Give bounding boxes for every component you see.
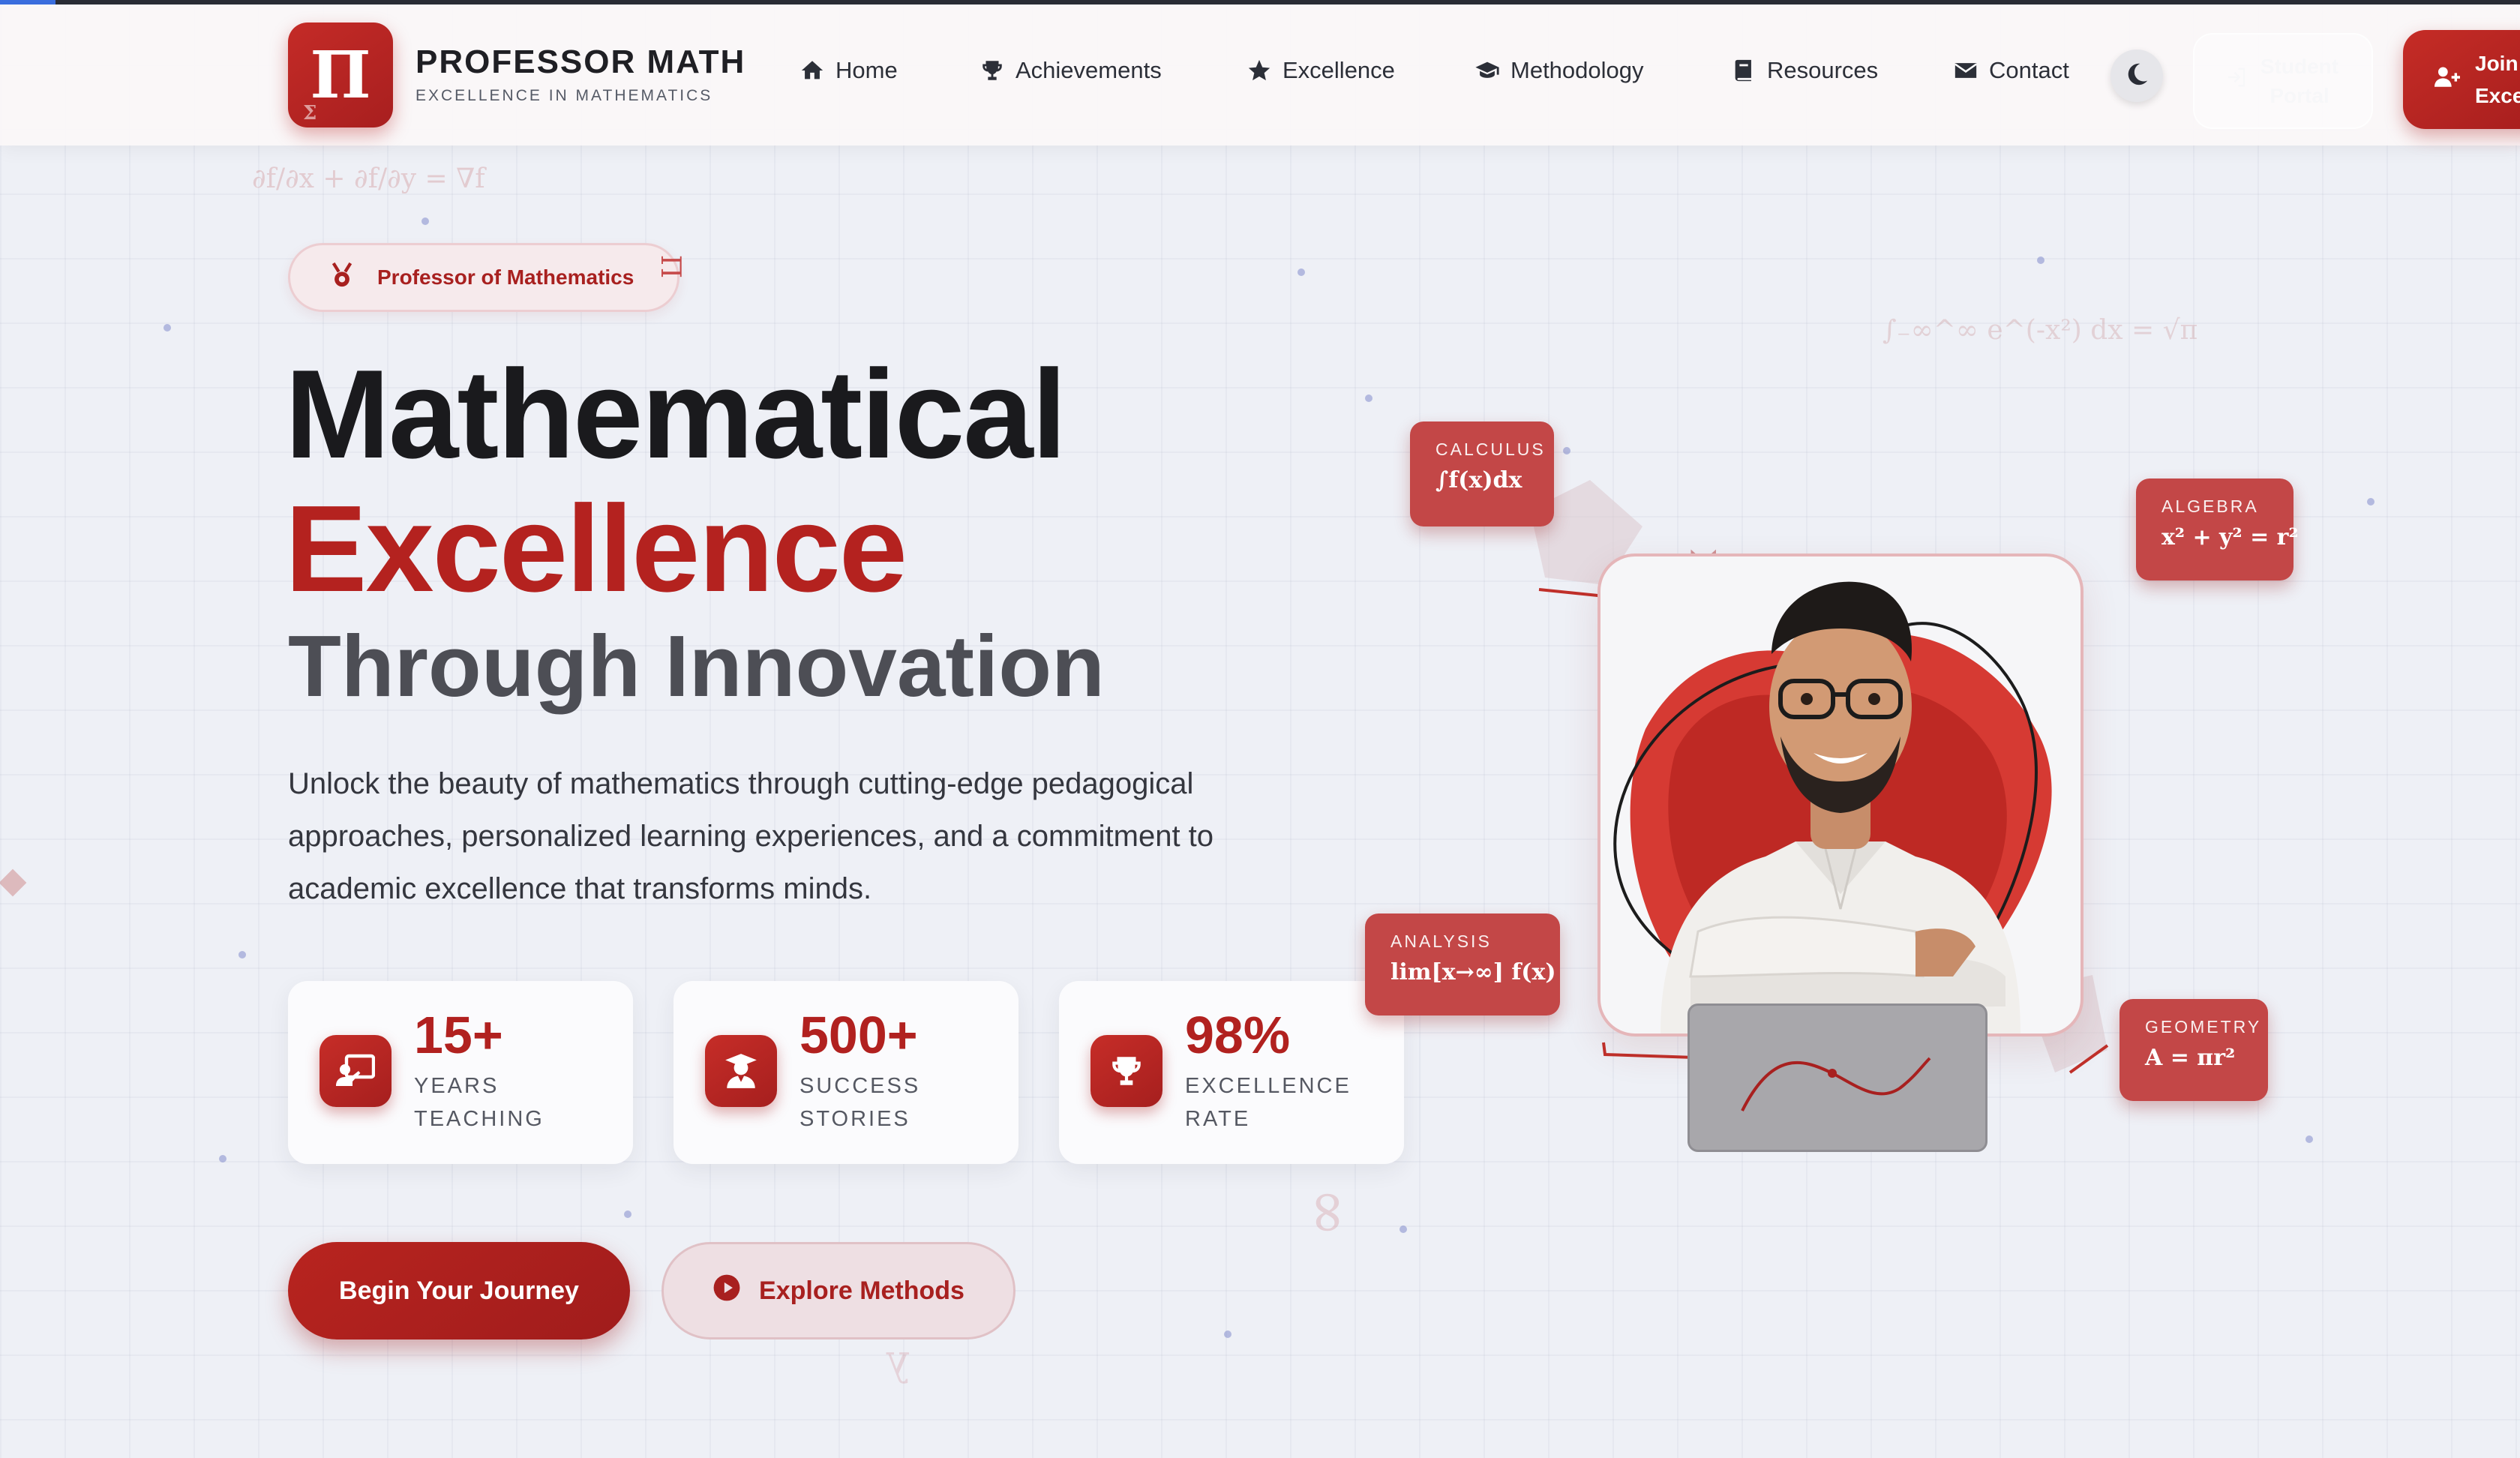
background-formula-gaussian: ∫₋∞^∞ e^(-x²) dx = √π xyxy=(1882,315,2198,346)
brand-name[interactable]: PROFESSOR MATH xyxy=(416,44,746,81)
explore-methods-button[interactable]: Explore Methods xyxy=(662,1242,1016,1340)
formula-card-calculus: CALCULUS ∫f(x)dx xyxy=(1410,422,1554,526)
background-formula-gradient: ∂f/∂x + ∂f/∂y = ∇f xyxy=(252,164,485,194)
nav-label: Contact xyxy=(1989,57,2069,83)
decor-dot xyxy=(2306,1136,2313,1143)
formula-card-analysis: ANALYSIS lim[x→∞] f(x) xyxy=(1365,914,1560,1016)
formula-equation: lim[x→∞] f(x) xyxy=(1390,959,1556,986)
decor-dot xyxy=(624,1210,632,1218)
graduation-cap-icon xyxy=(1474,58,1500,83)
join-button-label: Join Exce xyxy=(2475,51,2520,107)
background-symbol-lambda: λ xyxy=(885,1342,911,1390)
hero-title-line1: Mathematical xyxy=(285,344,1066,484)
stat-value: 500+ xyxy=(800,1006,918,1064)
site-header: Π Σ PROFESSOR MATH EXCELLENCE IN MATHEMA… xyxy=(0,4,2520,146)
decor-dot xyxy=(1400,1226,1407,1233)
nav-item-contact[interactable]: Contact xyxy=(1953,57,2069,84)
hero-description: Unlock the beauty of mathematics through… xyxy=(288,767,1214,905)
student-portal-label: Student Portal xyxy=(2260,54,2339,107)
stat-value: 15+ xyxy=(414,1006,503,1064)
function-graph-card xyxy=(1688,1004,1988,1152)
brand-tagline: EXCELLENCE IN MATHEMATICS xyxy=(416,87,713,104)
star-icon xyxy=(1246,58,1272,83)
sign-in-icon xyxy=(2225,66,2248,96)
stat-card-years: 15+ YEARS TEACHING xyxy=(288,981,633,1164)
formula-category: GEOMETRY xyxy=(2145,1017,2262,1036)
theme-toggle-button[interactable] xyxy=(2110,50,2163,102)
formula-equation: A = πr² xyxy=(2145,1045,2236,1071)
play-circle-icon xyxy=(712,1274,741,1309)
stat-card-success: 500+ SUCCESS STORIES xyxy=(674,981,1018,1164)
trophy-icon xyxy=(980,58,1005,83)
envelope-icon xyxy=(1953,58,1978,83)
stat-label: EXCELLENCE RATE xyxy=(1185,1074,1352,1131)
logo[interactable]: Π Σ xyxy=(288,22,393,128)
hero-title-line2: Excellence xyxy=(285,480,908,617)
formula-equation: ∫f(x)dx xyxy=(1436,467,1522,494)
formula-category: CALCULUS xyxy=(1436,440,1546,459)
decor-dot xyxy=(1298,268,1305,276)
badge-text: Professor of Mathematics xyxy=(377,266,634,289)
decor-dot xyxy=(2037,256,2044,264)
book-icon xyxy=(1731,58,1756,83)
decor-dot xyxy=(2367,498,2374,506)
nav-item-home[interactable]: Home xyxy=(800,57,898,84)
badge-pi-symbol: Π xyxy=(654,254,686,279)
begin-journey-button[interactable]: Begin Your Journey xyxy=(288,1242,630,1340)
nav-label: Achievements xyxy=(1016,57,1162,83)
explore-methods-label: Explore Methods xyxy=(759,1276,964,1305)
nav-label: Resources xyxy=(1767,57,1879,83)
nav-item-achievements[interactable]: Achievements xyxy=(980,57,1162,84)
professor-badge: Professor of Mathematics Π xyxy=(288,243,686,312)
hero-title-line3: Through Innovation xyxy=(288,617,1105,715)
nav-label: Home xyxy=(836,57,898,83)
moon-icon xyxy=(2124,62,2150,91)
logo-subscript: Σ xyxy=(303,102,317,124)
formula-category: ALGEBRA xyxy=(2162,496,2259,516)
stat-card-excellence: 98% EXCELLENCE RATE xyxy=(1059,981,1404,1164)
decor-dot xyxy=(219,1155,226,1162)
decor-dot xyxy=(1365,394,1372,402)
stat-value: 98% xyxy=(1185,1006,1291,1064)
student-portal-button[interactable]: Student Portal xyxy=(2193,33,2373,129)
decor-dot xyxy=(422,218,429,225)
nav-label: Methodology xyxy=(1510,57,1644,83)
sine-curve-graph xyxy=(1741,1057,1931,1112)
stat-label: SUCCESS STORIES xyxy=(800,1074,921,1131)
professor-portrait xyxy=(1598,554,2084,1036)
formula-card-geometry: GEOMETRY A = πr² xyxy=(2120,999,2268,1101)
trophy-icon xyxy=(1090,1035,1162,1107)
nav-item-resources[interactable]: Resources xyxy=(1731,57,1878,84)
decor-dot xyxy=(1224,1330,1232,1338)
nav-item-excellence[interactable]: Excellence xyxy=(1246,57,1395,84)
decor-dot xyxy=(164,324,171,332)
background-symbol-infinity: ∞ xyxy=(1294,1187,1365,1238)
decor-dot xyxy=(1563,447,1570,454)
user-plus-icon xyxy=(2433,64,2462,95)
nav-label: Excellence xyxy=(1282,57,1395,83)
stat-label: YEARS TEACHING xyxy=(414,1074,544,1131)
formula-card-algebra: ALGEBRA x² + y² = r² xyxy=(2136,478,2299,580)
chalkboard-teacher-icon xyxy=(320,1035,392,1107)
formula-equation: x² + y² = r² xyxy=(2162,524,2299,550)
logo-symbol: Π xyxy=(310,37,371,113)
graduate-icon xyxy=(705,1035,777,1107)
home-icon xyxy=(800,58,825,83)
nav-item-methodology[interactable]: Methodology xyxy=(1474,57,1644,84)
medal-icon xyxy=(329,262,355,294)
decor-dot xyxy=(238,951,246,958)
page-background xyxy=(0,0,2520,1458)
formula-category: ANALYSIS xyxy=(1390,932,1492,951)
join-button[interactable]: Join Exce xyxy=(2403,30,2520,129)
portrait-illustration xyxy=(1613,581,2052,1034)
